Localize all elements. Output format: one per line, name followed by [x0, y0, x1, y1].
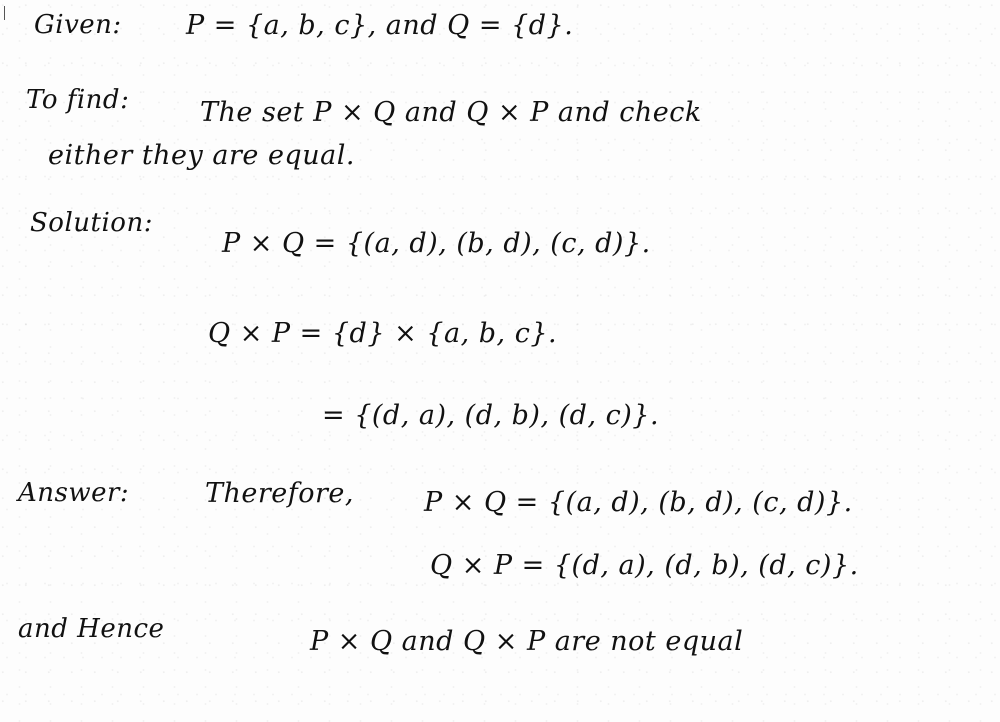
answer-pxq: P × Q = {(a, d), (b, d), (c, d)}.	[424, 487, 853, 518]
given-text: P = {a, b, c}, and Q = {d}.	[186, 10, 574, 41]
to-find-line-1: The set P × Q and Q × P and check	[200, 97, 702, 128]
solution-label: Solution:	[30, 208, 153, 238]
solution-pxq: P × Q = {(a, d), (b, d), (c, d)}.	[222, 228, 651, 259]
solution-qxp-step-2: = {(d, a), (d, b), (d, c)}.	[322, 400, 660, 431]
conclusion-text: P × Q and Q × P are not equal	[310, 626, 744, 657]
handwritten-page: Given: P = {a, b, c}, and Q = {d}. To fi…	[0, 0, 1000, 722]
answer-qxp: Q × P = {(d, a), (d, b), (d, c)}.	[430, 550, 859, 581]
given-label: Given:	[34, 10, 122, 40]
solution-qxp-step-1: Q × P = {d} × {a, b, c}.	[208, 318, 558, 349]
margin-mark	[4, 6, 5, 20]
answer-label: Answer:	[18, 478, 130, 508]
to-find-label: To find:	[26, 85, 130, 115]
to-find-line-2: either they are equal.	[48, 140, 355, 171]
conclusion-label: and Hence	[18, 614, 165, 644]
answer-intro: Therefore,	[205, 478, 354, 509]
